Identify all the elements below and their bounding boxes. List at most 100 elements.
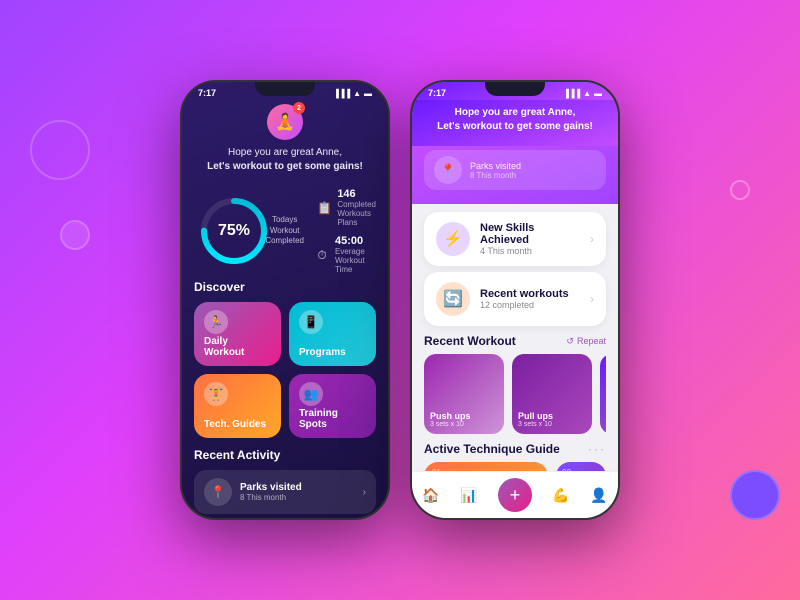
stat-desc-2: EverageWorkout Time <box>335 247 376 274</box>
pushups-sub: 3 sets x 10 <box>430 421 498 428</box>
repeat-action[interactable]: ↺ Repeat <box>566 336 606 347</box>
phone2-greeting: Hope you are great Anne, Let's workout t… <box>424 106 606 134</box>
phone-2: 7:17 ▐▐▐ ▲ ▬ Hope you are great Anne, Le… <box>410 80 620 520</box>
pullups-sub: 3 sets x 10 <box>518 421 586 428</box>
status-icons-1: ▐▐▐ ▲ ▬ <box>333 89 372 98</box>
discover-title: Discover <box>194 280 376 294</box>
progress-percent: 75% <box>218 222 250 240</box>
nav-stats[interactable]: 📊 <box>460 487 477 504</box>
stats-icon: 📊 <box>460 487 477 504</box>
profile-icon: 👤 <box>590 487 607 504</box>
pullups-label: Pull ups <box>518 411 586 421</box>
scrolled-sub: 8 This month <box>470 171 521 180</box>
skills-info: New Skills Achieved 4 This month <box>480 222 580 256</box>
recent-activity-section: Recent Activity 📍 Parks visited 8 This m… <box>194 448 376 514</box>
wifi-icon: ▲ <box>353 89 361 98</box>
stat-icon-2: ⏱ <box>317 248 329 262</box>
status-time-2: 7:17 <box>428 88 446 98</box>
greeting-line1: Hope you are great Anne, <box>194 146 376 160</box>
phone2-greeting-line1: Hope you are great Anne, <box>424 106 606 120</box>
progress-circle: 75% <box>194 191 274 271</box>
scrolled-section: 📍 Parks visited 8 This month <box>412 146 618 204</box>
scrolled-card-parks[interactable]: 📍 Parks visited 8 This month <box>424 150 606 190</box>
recent-workout-title: Recent Workout <box>424 334 516 348</box>
skills-title: New Skills Achieved <box>480 222 580 246</box>
technique-title: Active Technique Guide <box>424 442 560 456</box>
bottom-nav: 🏠 📊 + 💪 👤 <box>412 471 618 518</box>
technique-header: Active Technique Guide ··· <box>424 442 606 456</box>
add-button[interactable]: + <box>498 478 532 512</box>
discover-section: Discover 🏃 Daily Workout 📱 Programs 🏋 <box>194 280 376 438</box>
discover-grid: 🏃 Daily Workout 📱 Programs 🏋 Tech. Guide… <box>194 302 376 438</box>
stat-icon-1: 📋 <box>317 201 331 215</box>
stat-value-2: 45:00 <box>335 235 376 247</box>
workout-cards: Push ups 3 sets x 10 Pull ups 3 sets x 1… <box>424 354 606 434</box>
bg-decoration-4 <box>730 180 750 200</box>
phone-2-screen: 7:17 ▐▐▐ ▲ ▬ Hope you are great Anne, Le… <box>412 82 618 518</box>
parks-info: Parks visited 8 This month <box>240 482 302 502</box>
activity-card-skills[interactable]: ⚡ New Skills Achieved 4 This month › <box>424 212 606 266</box>
parks-icon: 📍 <box>204 478 232 506</box>
phone2-header: Hope you are great Anne, Let's workout t… <box>412 100 618 146</box>
scrolled-parks-info: Parks visited 8 This month <box>470 161 521 180</box>
bg-decoration-3 <box>730 470 780 520</box>
daily-workout-icon: 🏃 <box>204 310 228 334</box>
discover-card-programs[interactable]: 📱 Programs <box>289 302 376 366</box>
recent-title: Recent workouts <box>480 288 569 300</box>
phone1-content: 🧘 2 Hope you are great Anne, Let's worko… <box>182 100 388 514</box>
discover-card-guides[interactable]: 🏋 Tech. Guides <box>194 374 281 438</box>
guides-icon: 🏋 <box>204 382 228 406</box>
technique-dots: ··· <box>588 442 606 456</box>
wifi-icon-2: ▲ <box>583 89 591 98</box>
bg-decoration-2 <box>60 220 90 250</box>
discover-card-daily[interactable]: 🏃 Daily Workout <box>194 302 281 366</box>
recent-activity-title: Recent Activity <box>194 448 376 462</box>
status-bar-1: 7:17 ▐▐▐ ▲ ▬ <box>182 82 388 100</box>
signal-icon-2: ▐▐▐ <box>563 89 580 98</box>
phones-container: 7:17 ▐▐▐ ▲ ▬ 🧘 2 Hope you are great Anne… <box>180 80 620 520</box>
phone2-greeting-line2: Let's workout to get some gains! <box>424 120 606 134</box>
workout-card-pushups[interactable]: Push ups 3 sets x 10 <box>424 354 504 434</box>
recent-arrow: › <box>590 292 594 306</box>
status-icons-2: ▐▐▐ ▲ ▬ <box>563 89 602 98</box>
skills-arrow: › <box>590 232 594 246</box>
avatar: 🧘 2 <box>267 104 303 140</box>
stat-info-2: 45:00 EverageWorkout Time <box>335 235 376 274</box>
nav-home[interactable]: 🏠 <box>422 487 439 504</box>
nav-profile[interactable]: 👤 <box>590 487 607 504</box>
scrolled-name: Parks visited <box>470 161 521 171</box>
activity-item-parks[interactable]: 📍 Parks visited 8 This month › <box>194 470 376 514</box>
greeting-line2: Let's workout to get some gains! <box>194 160 376 174</box>
pushups-label: Push ups <box>430 411 498 421</box>
skills-icon: ⚡ <box>436 222 470 256</box>
greeting-text: Hope you are great Anne, Let's workout t… <box>194 146 376 174</box>
skills-sub: 4 This month <box>480 246 580 256</box>
parks-name: Parks visited <box>240 482 302 493</box>
spots-icon: 👥 <box>299 382 323 406</box>
nav-add[interactable]: + <box>498 478 532 512</box>
scrolled-parks-icon: 📍 <box>434 156 462 184</box>
train-icon: 💪 <box>552 487 569 504</box>
avatar-icon: 🧘 <box>275 112 295 132</box>
workout-card-pullups[interactable]: Pull ups 3 sets x 10 <box>512 354 592 434</box>
recent-info: Recent workouts 12 completed <box>480 288 569 310</box>
activity-card-recent[interactable]: 🔄 Recent workouts 12 completed › <box>424 272 606 326</box>
workout-card-extra[interactable] <box>600 354 606 434</box>
stat-item-2: ⏱ 45:00 EverageWorkout Time <box>317 235 376 274</box>
phone-1: 7:17 ▐▐▐ ▲ ▬ 🧘 2 Hope you are great Anne… <box>180 80 390 520</box>
repeat-label: Repeat <box>577 336 606 346</box>
parks-arrow: › <box>363 487 366 498</box>
signal-icon: ▐▐▐ <box>333 89 350 98</box>
battery-icon: ▬ <box>364 89 372 98</box>
bg-decoration-1 <box>30 120 90 180</box>
avatar-badge: 2 <box>293 102 305 114</box>
daily-workout-label: Daily Workout <box>204 336 271 358</box>
nav-train[interactable]: 💪 <box>552 487 569 504</box>
programs-label: Programs <box>299 347 346 358</box>
discover-card-spots[interactable]: 👥 Training Spots <box>289 374 376 438</box>
recent-workout-header: Recent Workout ↺ Repeat <box>424 334 606 348</box>
progress-text: 75% <box>218 222 250 240</box>
programs-icon: 📱 <box>299 310 323 334</box>
stat-item-1: 📋 146 CompletedWorkouts Plans <box>317 188 376 227</box>
battery-icon-2: ▬ <box>594 89 602 98</box>
